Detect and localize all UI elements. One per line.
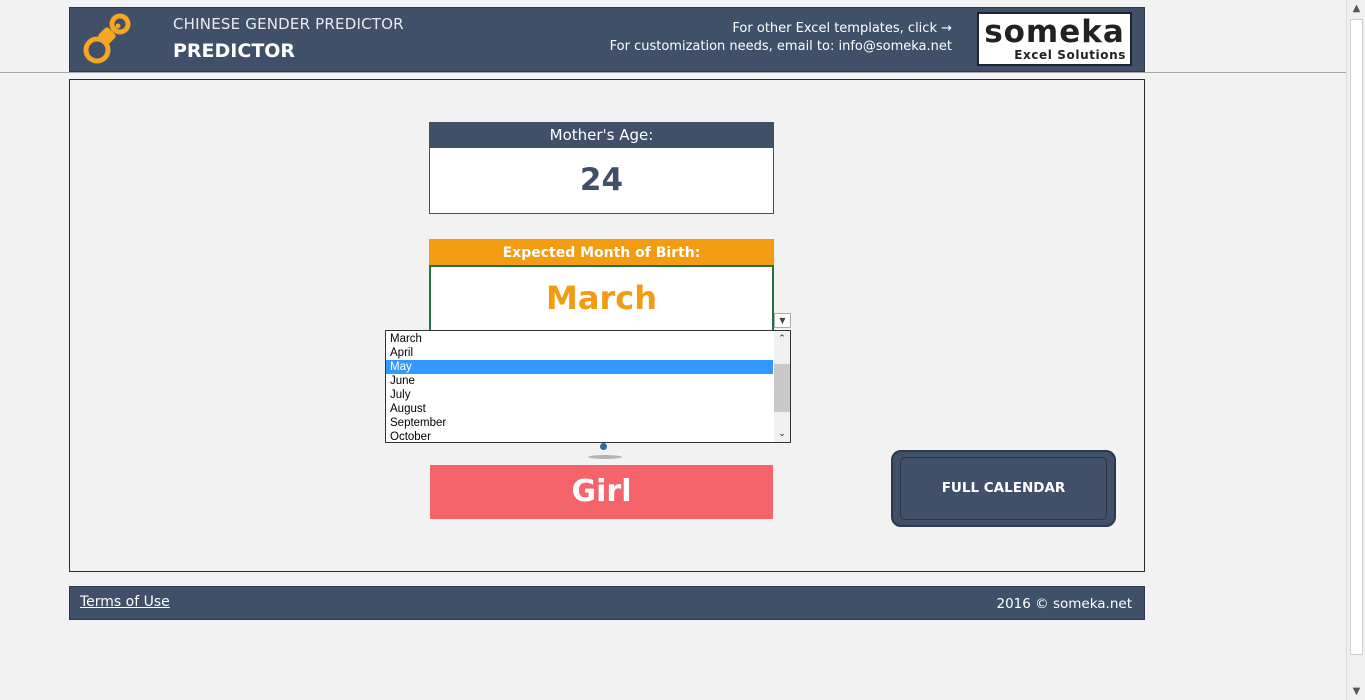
- list-item[interactable]: October: [386, 430, 773, 444]
- chevron-down-icon[interactable]: ▼: [1347, 683, 1365, 700]
- list-scrollbar[interactable]: ⌃ ⌄: [774, 331, 790, 442]
- customization-email-text: For customization needs, email to: info@…: [609, 39, 952, 54]
- brand-name: someka: [984, 14, 1125, 50]
- footer-bar: Terms of Use 2016 © someka.net: [69, 586, 1145, 620]
- chevron-up-icon[interactable]: ⌃: [774, 332, 790, 346]
- page-title: PREDICTOR: [173, 40, 296, 62]
- excel-templates-link[interactable]: For other Excel templates, click →: [732, 21, 952, 36]
- list-scroll-thumb[interactable]: [774, 364, 790, 412]
- mothers-age-label: Mother's Age:: [429, 122, 774, 148]
- copyright-text: 2016 © someka.net: [996, 596, 1133, 612]
- spinner-shadow: [588, 455, 622, 459]
- gender-result: Girl: [430, 465, 773, 519]
- pacifier-icon: [78, 12, 136, 70]
- expected-month-label: Expected Month of Birth:: [429, 239, 774, 265]
- month-dropdown-list[interactable]: March April May June July August Septemb…: [385, 330, 791, 443]
- list-item[interactable]: March: [386, 332, 773, 346]
- spinner-dot: [600, 443, 607, 450]
- month-dropdown-button[interactable]: ▼: [774, 313, 791, 328]
- someka-logo[interactable]: someka Excel Solutions: [977, 12, 1132, 66]
- app-title: CHINESE GENDER PREDICTOR: [173, 15, 404, 33]
- list-item[interactable]: August: [386, 402, 773, 416]
- brand-subtitle: Excel Solutions: [1014, 48, 1126, 62]
- window-scrollbar[interactable]: ▲ ▼: [1346, 0, 1365, 700]
- full-calendar-label: FULL CALENDAR: [941, 480, 1066, 496]
- terms-of-use-link[interactable]: Terms of Use: [80, 594, 170, 610]
- list-item[interactable]: April: [386, 346, 773, 360]
- list-item[interactable]: September: [386, 416, 773, 430]
- chevron-down-icon[interactable]: ⌄: [774, 427, 790, 441]
- header-bar: CHINESE GENDER PREDICTOR PREDICTOR For o…: [69, 7, 1145, 72]
- window-scroll-thumb[interactable]: [1350, 19, 1363, 655]
- list-item[interactable]: July: [386, 388, 773, 402]
- list-item-selected[interactable]: May: [386, 360, 773, 374]
- full-calendar-button[interactable]: FULL CALENDAR: [891, 450, 1116, 527]
- chevron-up-icon[interactable]: ▲: [1347, 0, 1365, 17]
- chevron-down-icon: ▼: [779, 316, 786, 325]
- header-divider: [0, 72, 1346, 73]
- list-item[interactable]: June: [386, 374, 773, 388]
- expected-month-input[interactable]: March: [429, 265, 774, 332]
- mothers-age-input[interactable]: 24: [429, 148, 774, 214]
